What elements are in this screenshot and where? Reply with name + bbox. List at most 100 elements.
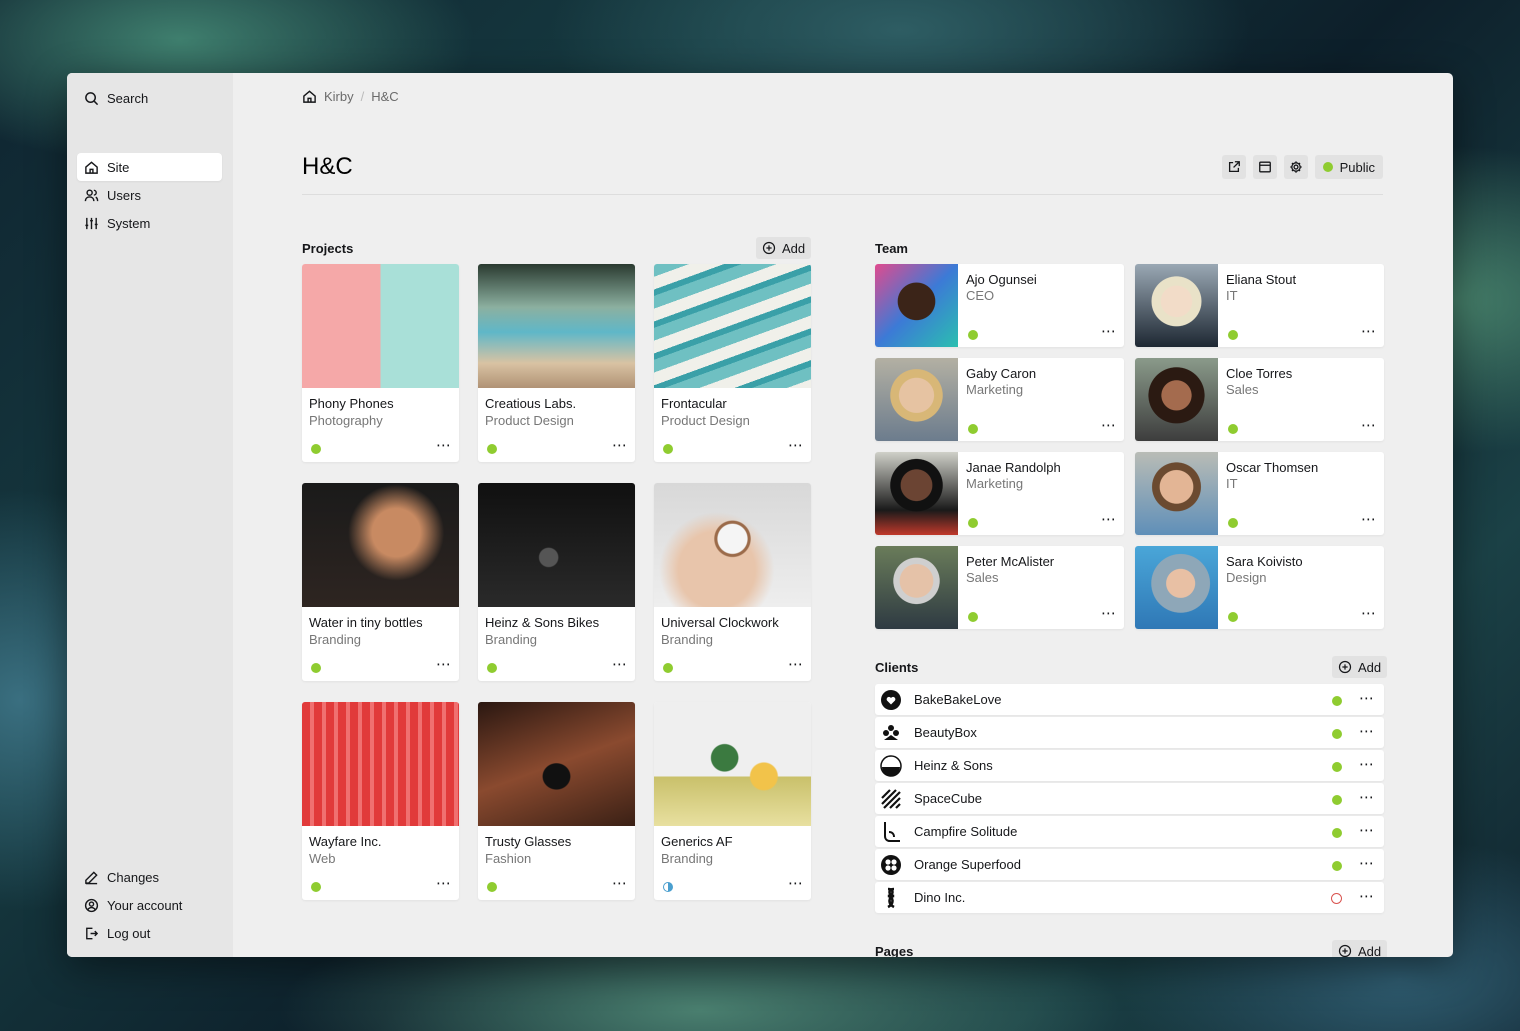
more-options-icon[interactable]: ⋯ xyxy=(1359,854,1375,872)
more-options-icon[interactable]: ⋯ xyxy=(612,655,628,673)
sidebar-item-logout[interactable]: Log out xyxy=(77,919,222,947)
more-options-icon[interactable]: ⋯ xyxy=(1359,689,1375,707)
sidebar-item-account[interactable]: Your account xyxy=(77,891,222,919)
client-row[interactable]: Orange Superfood ⋯ xyxy=(875,849,1384,880)
project-card[interactable]: Heinz & Sons Bikes Branding ⋯ xyxy=(478,483,635,681)
project-status xyxy=(487,442,497,457)
status-published-icon[interactable] xyxy=(487,882,497,892)
more-options-icon[interactable]: ⋯ xyxy=(1361,322,1377,340)
add-project-button[interactable]: Add xyxy=(756,237,812,259)
more-options-icon[interactable]: ⋯ xyxy=(1359,722,1375,740)
status-published-icon[interactable] xyxy=(487,444,497,454)
more-options-icon[interactable]: ⋯ xyxy=(436,655,452,673)
more-options-icon[interactable]: ⋯ xyxy=(788,655,804,673)
team-member-card[interactable]: Oscar Thomsen IT ⋯ xyxy=(1135,452,1384,535)
client-row[interactable]: Campfire Solitude ⋯ xyxy=(875,816,1384,847)
status-published-icon[interactable] xyxy=(663,663,673,673)
team-member-card[interactable]: Sara Koivisto Design ⋯ xyxy=(1135,546,1384,629)
client-row[interactable]: BeautyBox ⋯ xyxy=(875,717,1384,748)
sidebar-item-users[interactable]: Users xyxy=(77,181,222,209)
project-title: Generics AF xyxy=(661,834,733,849)
status-published-icon[interactable] xyxy=(1228,612,1238,622)
open-button[interactable] xyxy=(1221,155,1246,179)
breadcrumb-current[interactable]: H&C xyxy=(371,89,398,104)
status-published-icon[interactable] xyxy=(1332,795,1342,805)
avatar xyxy=(875,452,958,535)
search-button[interactable]: Search xyxy=(77,84,222,112)
status-published-icon[interactable] xyxy=(1332,861,1342,871)
team-member-card[interactable]: Peter McAlister Sales ⋯ xyxy=(875,546,1124,629)
settings-button[interactable] xyxy=(1283,155,1308,179)
more-options-icon[interactable]: ⋯ xyxy=(1101,416,1117,434)
add-client-button[interactable]: Add xyxy=(1332,656,1388,678)
more-options-icon[interactable]: ⋯ xyxy=(612,874,628,892)
project-status xyxy=(663,880,673,895)
team-member-card[interactable]: Janae Randolph Marketing ⋯ xyxy=(875,452,1124,535)
sidebar-item-site[interactable]: Site xyxy=(77,153,222,181)
sidebar-item-label: System xyxy=(107,215,151,231)
status-published-icon[interactable] xyxy=(968,612,978,622)
status-unlisted-icon[interactable] xyxy=(663,882,673,892)
status-published-icon[interactable] xyxy=(1228,518,1238,528)
sidebar-item-changes[interactable]: Changes xyxy=(77,863,222,891)
member-role: Sales xyxy=(966,570,999,585)
more-options-icon[interactable]: ⋯ xyxy=(1359,755,1375,773)
more-options-icon[interactable]: ⋯ xyxy=(1361,510,1377,528)
status-published-icon[interactable] xyxy=(1228,330,1238,340)
status-published-icon[interactable] xyxy=(311,663,321,673)
status-published-icon[interactable] xyxy=(1332,828,1342,838)
status-published-icon[interactable] xyxy=(968,330,978,340)
status-published-icon[interactable] xyxy=(1228,424,1238,434)
status-button[interactable]: Public xyxy=(1314,155,1383,179)
status-published-icon[interactable] xyxy=(968,424,978,434)
project-card[interactable]: Universal Clockwork Branding ⋯ xyxy=(654,483,811,681)
more-options-icon[interactable]: ⋯ xyxy=(788,436,804,454)
team-member-card[interactable]: Cloe Torres Sales ⋯ xyxy=(1135,358,1384,441)
client-row[interactable]: Dino Inc. ⋯ xyxy=(875,882,1384,913)
project-card[interactable]: Creatious Labs. Product Design ⋯ xyxy=(478,264,635,462)
status-published-icon[interactable] xyxy=(968,518,978,528)
project-card[interactable]: Water in tiny bottles Branding ⋯ xyxy=(302,483,459,681)
sidebar-item-system[interactable]: System xyxy=(77,209,222,237)
status-published-icon[interactable] xyxy=(311,444,321,454)
team-member-card[interactable]: Gaby Caron Marketing ⋯ xyxy=(875,358,1124,441)
project-card[interactable]: Frontacular Product Design ⋯ xyxy=(654,264,811,462)
more-options-icon[interactable]: ⋯ xyxy=(1101,604,1117,622)
project-card[interactable]: Trusty Glasses Fashion ⋯ xyxy=(478,702,635,900)
more-options-icon[interactable]: ⋯ xyxy=(788,874,804,892)
more-options-icon[interactable]: ⋯ xyxy=(1361,604,1377,622)
client-row[interactable]: BakeBakeLove ⋯ xyxy=(875,684,1384,715)
status-dot-icon xyxy=(1322,162,1333,172)
more-options-icon[interactable]: ⋯ xyxy=(1101,322,1117,340)
status-published-icon[interactable] xyxy=(311,882,321,892)
status-published-icon[interactable] xyxy=(663,444,673,454)
more-options-icon[interactable]: ⋯ xyxy=(1361,416,1377,434)
client-row[interactable]: SpaceCube ⋯ xyxy=(875,783,1384,814)
status-published-icon[interactable] xyxy=(1332,762,1342,772)
more-options-icon[interactable]: ⋯ xyxy=(436,436,452,454)
team-member-card[interactable]: Eliana Stout IT ⋯ xyxy=(1135,264,1384,347)
project-card[interactable]: Wayfare Inc. Web ⋯ xyxy=(302,702,459,900)
client-logo-icon xyxy=(878,885,903,910)
home-icon[interactable] xyxy=(302,89,317,104)
breadcrumb-root[interactable]: Kirby xyxy=(324,89,354,104)
more-options-icon[interactable]: ⋯ xyxy=(1101,510,1117,528)
client-row[interactable]: Heinz & Sons ⋯ xyxy=(875,750,1384,781)
status-published-icon[interactable] xyxy=(487,663,497,673)
add-page-button[interactable]: Add xyxy=(1332,940,1388,957)
status-draft-icon[interactable] xyxy=(1331,893,1342,904)
project-card[interactable]: Generics AF Branding ⋯ xyxy=(654,702,811,900)
status-published-icon[interactable] xyxy=(1332,696,1342,706)
more-options-icon[interactable]: ⋯ xyxy=(1359,887,1375,905)
preview-button[interactable] xyxy=(1252,155,1277,179)
status-published-icon[interactable] xyxy=(1332,729,1342,739)
more-options-icon[interactable]: ⋯ xyxy=(1359,788,1375,806)
project-card[interactable]: Phony Phones Photography ⋯ xyxy=(302,264,459,462)
more-options-icon[interactable]: ⋯ xyxy=(1359,821,1375,839)
member-name: Cloe Torres xyxy=(1226,366,1293,381)
avatar xyxy=(875,358,958,441)
team-member-card[interactable]: Ajo Ogunsei CEO ⋯ xyxy=(875,264,1124,347)
more-options-icon[interactable]: ⋯ xyxy=(612,436,628,454)
client-name: SpaceCube xyxy=(914,791,982,806)
more-options-icon[interactable]: ⋯ xyxy=(436,874,452,892)
